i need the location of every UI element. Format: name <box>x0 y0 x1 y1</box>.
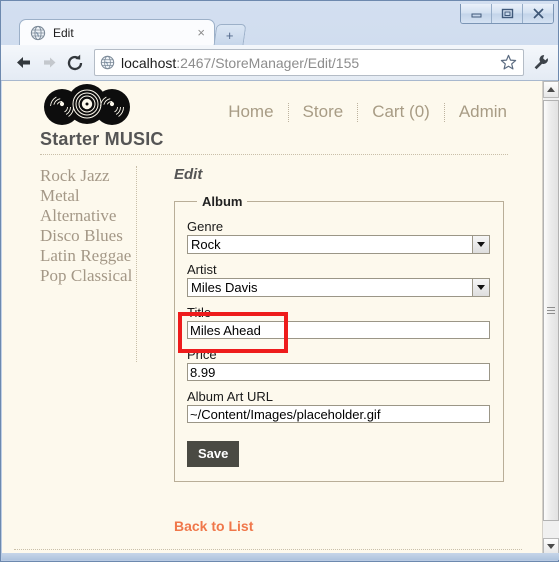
sidebar-item-alternative[interactable]: Alternative <box>40 206 116 225</box>
artist-label: Artist <box>187 262 217 277</box>
vertical-scrollbar[interactable] <box>542 81 559 555</box>
browser-title-bar: Edit × + <box>1 1 558 45</box>
field-row-artist: Artist Miles Davis <box>187 262 491 297</box>
nav-link-cart[interactable]: Cart (0) <box>358 102 445 122</box>
title-label: Title <box>187 305 212 320</box>
album-fieldset-legend: Album <box>202 194 243 209</box>
back-arrow-icon <box>16 57 30 68</box>
scroll-up-button[interactable] <box>543 81 559 98</box>
genre-sidebar: Rock Jazz Metal Alternative Disco Blues … <box>40 166 137 362</box>
sidebar-item-disco[interactable]: Disco <box>40 226 80 245</box>
genre-select-value: Rock <box>191 237 221 252</box>
album-art-url-label: Album Art URL <box>187 389 273 404</box>
field-row-album-art-url: Album Art URL <box>187 389 491 423</box>
footer-divider <box>14 549 522 550</box>
nav-link-home[interactable]: Home <box>214 102 289 122</box>
price-input[interactable] <box>187 363 490 381</box>
sidebar-item-classical[interactable]: Classical <box>71 266 132 285</box>
browser-toolbar: localhost:2467/StoreManager/Edit/155 <box>1 45 558 81</box>
new-tab-plus-icon: + <box>226 27 234 43</box>
sidebar-item-rock[interactable]: Rock <box>40 166 76 185</box>
window-bottom-strip <box>2 553 559 560</box>
main-content: Edit Album Genre Rock Artist Miles Davis… <box>174 166 504 482</box>
browser-menu-button[interactable] <box>531 52 551 74</box>
tab-strip: Edit × + <box>1 19 558 45</box>
genre-label: Genre <box>187 219 224 234</box>
reload-button[interactable] <box>62 50 88 76</box>
header-divider <box>40 154 508 155</box>
album-fieldset: Album Genre Rock Artist Miles Davis Titl… <box>174 194 504 482</box>
field-row-price: Price <box>187 347 491 381</box>
nav-link-admin[interactable]: Admin <box>445 102 509 122</box>
chevron-down-icon[interactable] <box>472 279 489 296</box>
forward-button[interactable] <box>36 50 62 76</box>
sidebar-item-metal[interactable]: Metal <box>40 186 80 205</box>
maximize-icon <box>501 8 513 19</box>
scrollbar-grip-icon <box>547 307 555 314</box>
browser-window: Edit × + localhost:2467/StoreManager/Edi… <box>0 0 559 562</box>
page-viewport: Starter MUSIC Home Store Cart (0) Admin … <box>2 81 559 555</box>
address-bar[interactable]: localhost:2467/StoreManager/Edit/155 <box>94 49 524 76</box>
sidebar-item-pop[interactable]: Pop <box>40 266 66 285</box>
sidebar-item-latin[interactable]: Latin <box>40 246 76 265</box>
title-input[interactable] <box>187 321 490 339</box>
vinyl-records-logo-icon[interactable] <box>40 84 134 128</box>
tab-title: Edit <box>53 25 74 40</box>
star-icon <box>500 54 516 70</box>
url-host: localhost <box>121 54 177 71</box>
genre-select[interactable]: Rock <box>187 235 490 254</box>
address-bar-url: localhost:2467/StoreManager/Edit/155 <box>121 55 497 71</box>
main-navigation: Home Store Cart (0) Admin <box>214 102 509 122</box>
field-row-title: Title <box>187 305 491 339</box>
globe-icon <box>30 25 46 40</box>
nav-link-store[interactable]: Store <box>289 102 359 122</box>
wrench-icon <box>534 55 548 70</box>
price-label: Price <box>187 347 217 362</box>
minimize-icon <box>471 13 481 18</box>
page-title: Edit <box>174 166 203 183</box>
artist-select-value: Miles Davis <box>191 280 258 295</box>
sidebar-item-blues[interactable]: Blues <box>84 226 123 245</box>
new-tab-button[interactable]: + <box>213 24 247 45</box>
browser-tab-edit[interactable]: Edit × <box>19 19 215 45</box>
chevron-down-icon[interactable] <box>472 236 489 253</box>
scrollbar-thumb[interactable] <box>543 100 559 521</box>
url-path: :2467/StoreManager/Edit/155 <box>176 54 360 71</box>
scroll-down-arrow-icon <box>547 544 555 549</box>
field-row-genre: Genre Rock <box>187 219 491 254</box>
artist-select[interactable]: Miles Davis <box>187 278 490 297</box>
save-button[interactable]: Save <box>187 441 240 467</box>
sidebar-item-reggae[interactable]: Reggae <box>80 246 131 265</box>
forward-arrow-icon <box>43 57 55 68</box>
globe-icon <box>100 55 115 70</box>
site-title: Starter MUSIC <box>40 129 164 149</box>
album-art-url-input[interactable] <box>187 405 490 423</box>
page-content: Starter MUSIC Home Store Cart (0) Admin … <box>2 81 535 555</box>
sidebar-item-jazz[interactable]: Jazz <box>80 166 109 185</box>
back-button[interactable] <box>10 50 36 76</box>
reload-icon <box>67 54 82 70</box>
back-to-list-link[interactable]: Back to List <box>174 518 253 534</box>
bookmark-button[interactable] <box>497 52 519 74</box>
scroll-up-arrow-icon <box>547 87 555 92</box>
tab-close-icon[interactable]: × <box>197 26 205 39</box>
close-icon <box>532 8 544 19</box>
